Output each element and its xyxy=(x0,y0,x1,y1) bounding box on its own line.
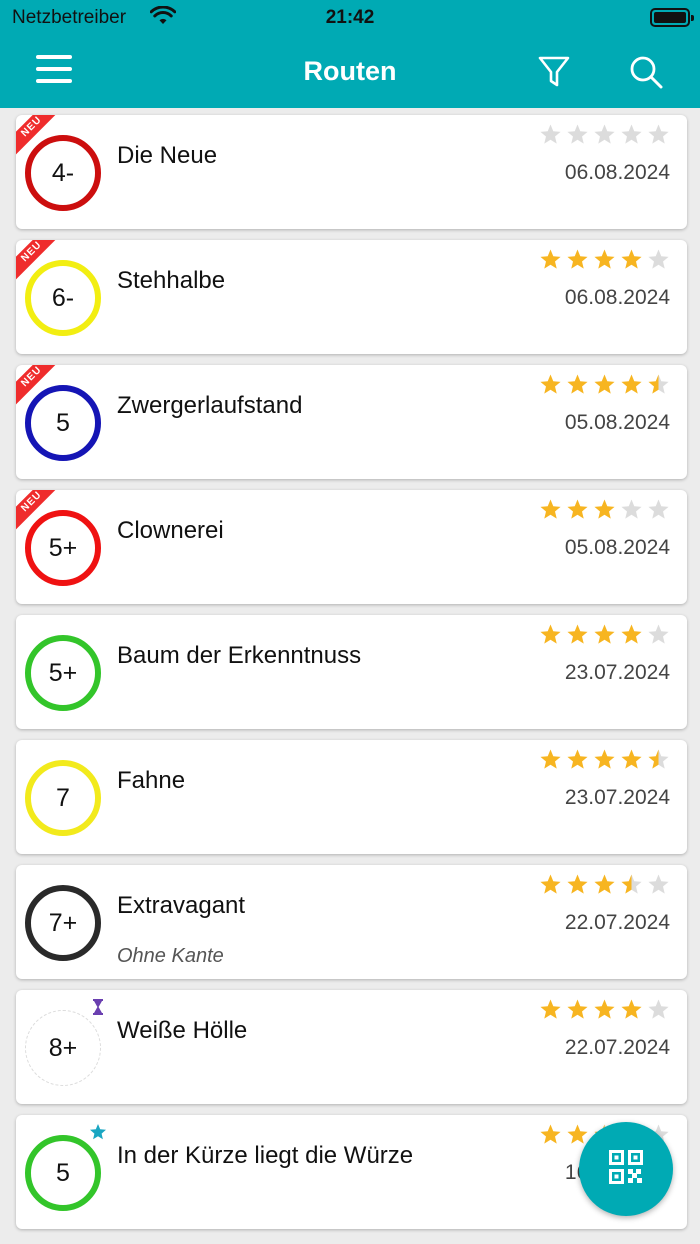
route-name: Clownerei xyxy=(117,517,224,544)
grade-circle: 7+ xyxy=(25,885,101,961)
star-icon xyxy=(648,874,669,894)
star-icon xyxy=(567,124,588,144)
star-icon xyxy=(594,374,615,394)
grade-circle: 5+ xyxy=(25,635,101,711)
star-icon xyxy=(567,624,588,644)
star-icon xyxy=(567,374,588,394)
route-card[interactable]: 7 Fahne 23.07.2024 xyxy=(16,740,687,854)
star-icon xyxy=(540,749,561,769)
route-name: Baum der Erkenntnuss xyxy=(117,642,362,669)
star-icon xyxy=(648,249,669,269)
route-date: 06.08.2024 xyxy=(564,286,670,309)
rating-stars xyxy=(535,498,670,524)
route-note: Ohne Kante xyxy=(117,945,224,967)
hourglass-icon xyxy=(89,998,107,1016)
star-icon xyxy=(594,874,615,894)
route-name: Stehhalbe xyxy=(117,267,226,294)
route-name: Weiße Hölle xyxy=(117,1017,248,1044)
grade-circle: 5 xyxy=(25,1135,101,1211)
star-icon xyxy=(648,374,669,394)
grade-circle: 7 xyxy=(25,760,101,836)
star-badge-icon xyxy=(89,1123,107,1141)
route-date: 06.08.2024 xyxy=(564,161,670,184)
route-date: 22.07.2024 xyxy=(564,1036,670,1059)
star-icon xyxy=(540,999,561,1019)
route-card[interactable]: NEU 6- Stehhalbe 06.08.2024 xyxy=(16,240,687,354)
rating-stars xyxy=(535,748,670,774)
rating-stars xyxy=(535,123,670,149)
star-icon xyxy=(567,249,588,269)
star-icon xyxy=(621,374,642,394)
route-card[interactable]: NEU 5+ Clownerei 05.08.2024 xyxy=(16,490,687,604)
star-icon xyxy=(621,874,642,894)
star-icon xyxy=(594,124,615,144)
star-icon xyxy=(540,124,561,144)
star-icon xyxy=(594,249,615,269)
route-date: 05.08.2024 xyxy=(564,411,670,434)
star-icon xyxy=(621,499,642,519)
rating-stars xyxy=(535,873,670,899)
star-icon xyxy=(594,499,615,519)
rating-stars xyxy=(535,998,670,1024)
star-icon xyxy=(594,749,615,769)
star-icon xyxy=(648,999,669,1019)
star-icon xyxy=(621,249,642,269)
star-icon xyxy=(540,249,561,269)
page-title: Routen xyxy=(303,56,397,86)
star-icon xyxy=(648,624,669,644)
route-card[interactable]: 7+ Extravagant Ohne Kante 22.07.2024 xyxy=(16,865,687,979)
star-icon xyxy=(648,749,669,769)
route-card[interactable]: NEU 5 Zwergerlaufstand 05.08.2024 xyxy=(16,365,687,479)
route-card[interactable]: 5+ Baum der Erkenntnuss 23.07.2024 xyxy=(16,615,687,729)
star-icon xyxy=(621,999,642,1019)
star-icon xyxy=(648,124,669,144)
grade-circle: 5 xyxy=(25,385,101,461)
qr-code-icon xyxy=(609,1149,643,1189)
star-icon xyxy=(648,499,669,519)
route-name: Fahne xyxy=(117,767,186,794)
route-name: Zwergerlaufstand xyxy=(117,392,303,419)
star-icon xyxy=(567,874,588,894)
star-icon xyxy=(621,749,642,769)
rating-stars xyxy=(535,248,670,274)
star-icon xyxy=(540,374,561,394)
status-bar: Netzbetreiber 21:42 xyxy=(0,0,700,34)
route-date: 23.07.2024 xyxy=(564,786,670,809)
star-icon xyxy=(540,624,561,644)
star-icon xyxy=(621,624,642,644)
route-date: 23.07.2024 xyxy=(564,661,670,684)
clock: 21:42 xyxy=(325,7,375,28)
grade-circle: 4- xyxy=(25,135,101,211)
star-icon xyxy=(594,624,615,644)
star-icon xyxy=(567,499,588,519)
qr-scan-button[interactable] xyxy=(579,1122,673,1216)
route-card[interactable]: 8+ Weiße Hölle 22.07.2024 xyxy=(16,990,687,1104)
star-icon xyxy=(540,499,561,519)
battery-icon xyxy=(650,8,694,27)
star-icon xyxy=(567,749,588,769)
search-icon[interactable] xyxy=(628,54,664,90)
star-icon xyxy=(540,1124,561,1144)
route-date: 22.07.2024 xyxy=(564,911,670,934)
route-name: Die Neue xyxy=(117,142,218,169)
grade-circle: 6- xyxy=(25,260,101,336)
grade-circle: 8+ xyxy=(25,1010,101,1086)
rating-stars xyxy=(535,623,670,649)
route-card[interactable]: NEU 4- Die Neue 06.08.2024 xyxy=(16,115,687,229)
filter-icon[interactable] xyxy=(536,54,572,90)
route-name: In der Kürze liegt die Würze xyxy=(117,1142,414,1169)
route-date: 05.08.2024 xyxy=(564,536,670,559)
star-icon xyxy=(594,999,615,1019)
star-icon xyxy=(567,999,588,1019)
star-icon xyxy=(621,124,642,144)
star-icon xyxy=(540,874,561,894)
route-name: Extravagant xyxy=(117,892,246,919)
grade-circle: 5+ xyxy=(25,510,101,586)
top-app-bar: Routen xyxy=(0,34,700,108)
rating-stars xyxy=(535,373,670,399)
